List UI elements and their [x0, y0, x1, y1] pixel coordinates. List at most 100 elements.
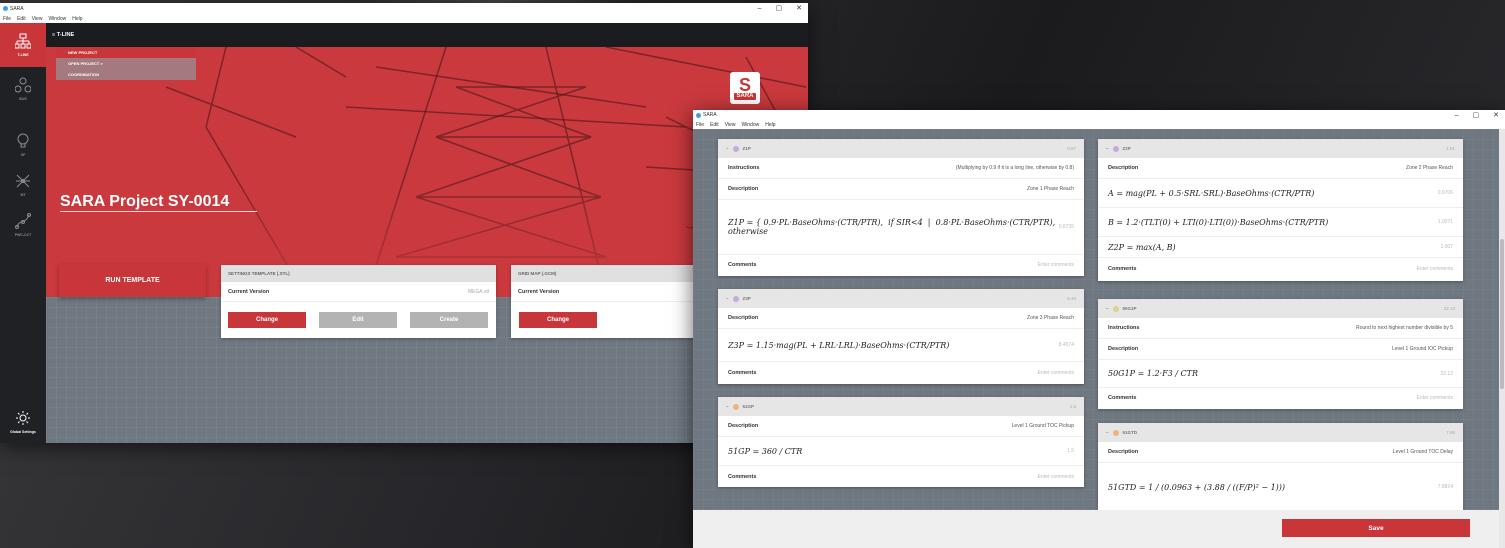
menu-coordination[interactable]: COORDINATION: [56, 69, 196, 80]
formula-card-50g1p: – 50G1P 22.13 Instructions Round to next h…: [1098, 299, 1463, 409]
51gp-comments-row: Comments Enter comments: [718, 466, 1084, 487]
z1p-equation-row: Z1P = { 0.9·PL·BaseOhms·(CTR/PTR), if SI…: [718, 200, 1084, 255]
z2p-comments-row: Comments Enter comments: [1098, 258, 1463, 279]
z2p-result-a: 0.9706: [1437, 190, 1453, 196]
title-bar: SARA – ▢ ✕: [0, 3, 808, 14]
z1p-value: 0.87: [1067, 146, 1076, 151]
51gp-description: Level 1 Ground TOC Pickup: [1011, 423, 1074, 429]
z2p-description: Zone 2 Phase Reach: [1406, 165, 1453, 171]
sidebar-label-global: Global Settings: [10, 430, 36, 434]
z2p-result: 1.007: [1440, 244, 1453, 250]
z1p-comments-input[interactable]: Enter comments: [1038, 262, 1074, 268]
collapse-icon[interactable]: –: [726, 404, 729, 409]
z2p-result-b: 1.0071: [1437, 219, 1453, 225]
sidebar-item-xf[interactable]: XF: [0, 123, 46, 167]
menu-edit[interactable]: Edit: [17, 16, 26, 22]
sidebar-item-global-settings[interactable]: Global Settings: [0, 400, 46, 443]
51gp-description-row: Description Level 1 Ground TOC Pickup: [718, 416, 1084, 437]
z1p-description-row: Description Zone 1 Phase Reach: [718, 179, 1084, 200]
menu-view[interactable]: View: [32, 16, 43, 22]
51gtd-header[interactable]: – 51GTD 7.88: [1098, 423, 1463, 442]
z2p-name: Z2P: [1122, 146, 1131, 151]
network-icon: [15, 33, 31, 49]
z1p-description: Zone 1 Phase Reach: [1027, 186, 1074, 192]
51gp-header[interactable]: – 51GP 1.5: [718, 397, 1084, 416]
curve-icon: [15, 213, 31, 229]
project-dropdown: NEW PROJECT OPEN PROJECT > COORDINATION: [56, 47, 196, 80]
description-label: Description: [1108, 449, 1139, 455]
z3p-comments-input[interactable]: Enter comments: [1038, 370, 1074, 376]
menu-edit[interactable]: Edit: [710, 122, 719, 128]
window-title-2: SARA: [703, 112, 717, 118]
collapse-icon[interactable]: –: [726, 296, 729, 301]
minimize-icon[interactable]: –: [758, 3, 762, 14]
collapse-icon[interactable]: –: [1106, 146, 1109, 151]
50g1p-equation-row: 50G1P = 1.2·F3 / CTR 22.12: [1098, 360, 1463, 388]
z1p-name: Z1P: [742, 146, 751, 151]
z3p-header[interactable]: – Z3P 8.46: [718, 289, 1084, 308]
51gtd-description-row: Description Level 1 Ground TOC Delay: [1098, 442, 1463, 463]
nav-title[interactable]: ≡ T-LINE: [52, 32, 74, 38]
status-dot: [732, 145, 739, 152]
settings-card-header: SETTINGS TEMPLATE (.STL): [221, 265, 496, 282]
close-icon[interactable]: ✕: [796, 3, 802, 14]
settings-create-button[interactable]: Create: [410, 312, 488, 328]
menu-file[interactable]: File: [696, 122, 704, 128]
z3p-result: 8.4574: [1058, 342, 1074, 348]
z3p-description-row: Description Zone 3 Phase Reach: [718, 308, 1084, 329]
description-label: Description: [728, 315, 759, 321]
settings-edit-button[interactable]: Edit: [319, 312, 397, 328]
settings-change-button[interactable]: Change: [228, 312, 306, 328]
bus-icon: [15, 77, 31, 93]
collapse-icon[interactable]: –: [726, 146, 729, 151]
title-bar-2: SARA – ▢ ✕: [693, 110, 1505, 120]
51gp-value: 1.5: [1069, 404, 1076, 409]
menu-new-project[interactable]: NEW PROJECT: [56, 47, 196, 58]
z2p-description-row: Description Zone 2 Phase Reach: [1098, 158, 1463, 179]
sidebar-label-bus: BUS: [19, 97, 27, 101]
z1p-instructions-row: Instructions (Multiplying by 0.9 if it is…: [718, 158, 1084, 179]
51gp-comments-input[interactable]: Enter comments: [1038, 474, 1074, 480]
50g1p-value: 22.13: [1443, 306, 1455, 311]
menu-file[interactable]: File: [3, 16, 11, 22]
run-template-button[interactable]: RUN TEMPLATE: [59, 264, 206, 297]
z3p-equation-row: Z3P = 1.15·mag(PL + LRL·LRL)·BaseOhms·(C…: [718, 329, 1084, 362]
51gtd-value: 7.88: [1446, 430, 1455, 435]
50g1p-comments-input[interactable]: Enter comments: [1417, 395, 1453, 401]
maximize-icon[interactable]: ▢: [776, 3, 783, 14]
z2p-eq-max-row: Z2P = max(A, B) 1.007: [1098, 237, 1463, 258]
menu-window[interactable]: Window: [741, 122, 759, 128]
save-button[interactable]: Save: [1282, 519, 1470, 537]
menu-open-project[interactable]: OPEN PROJECT >: [56, 58, 196, 69]
51gp-equation: 51GP = 360 / CTR: [728, 446, 803, 456]
sidebar-item-bus[interactable]: BUS: [0, 67, 46, 111]
collapse-icon[interactable]: –: [1106, 430, 1109, 435]
menu-view[interactable]: View: [725, 122, 736, 128]
sidebar-item-tline[interactable]: T-LINE: [0, 23, 46, 67]
z1p-header[interactable]: – Z1P 0.87: [718, 139, 1084, 158]
formula-window: SARA – ▢ ✕ File Edit View Window Help – Z…: [693, 110, 1505, 548]
comments-label: Comments: [728, 262, 757, 268]
sidebar: T-LINE BUS XF MT PWC-CCT Global Settings: [0, 23, 46, 443]
app-icon: [3, 6, 8, 11]
formula-card-z3p: – Z3P 8.46 Description Zone 3 Phase Reach …: [718, 289, 1084, 384]
menu-help[interactable]: Help: [765, 122, 775, 128]
sidebar-item-pwc[interactable]: PWC-CCT: [0, 203, 46, 247]
50g1p-header[interactable]: – 50G1P 22.13: [1098, 299, 1463, 318]
50g1p-description-row: Description Level 1 Ground IOC Pickup: [1098, 339, 1463, 360]
51gtd-result: 7.8824: [1437, 484, 1453, 490]
collapse-icon[interactable]: –: [1106, 306, 1109, 311]
z2p-header[interactable]: – Z2P 1.01: [1098, 139, 1463, 158]
z2p-comments-input[interactable]: Enter comments: [1417, 266, 1453, 272]
menu-help[interactable]: Help: [72, 16, 82, 22]
gear-icon: [16, 411, 30, 425]
sidebar-label-pwc: PWC-CCT: [14, 233, 32, 237]
grid-change-button[interactable]: Change: [519, 312, 597, 328]
50g1p-result: 22.12: [1440, 370, 1453, 377]
scrollbar[interactable]: [1499, 129, 1505, 548]
scroll-thumb[interactable]: [1500, 239, 1504, 389]
50g1p-instructions-row: Instructions Round to next highest number…: [1098, 318, 1463, 339]
menu-window[interactable]: Window: [48, 16, 66, 22]
sidebar-item-mt[interactable]: MT: [0, 163, 46, 207]
50g1p-equation: 50G1P = 1.2·F3 / CTR: [1108, 369, 1198, 378]
